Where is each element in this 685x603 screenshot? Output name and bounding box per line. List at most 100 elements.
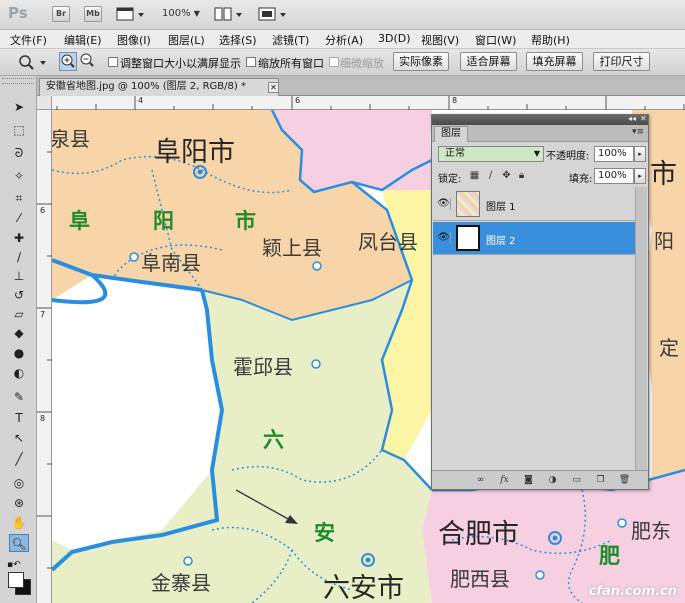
menu-window[interactable]: 窗口(W) [475, 32, 516, 48]
scrubby-zoom-label: 细微缩放 [340, 57, 384, 70]
arrange-documents-dropdown[interactable] [214, 6, 244, 22]
hand-tool-icon[interactable]: ✋ [9, 514, 29, 532]
menu-select[interactable]: 选择(S) [219, 32, 257, 48]
fill-input[interactable]: 100% [594, 168, 634, 184]
ruler-ticks-h [56, 96, 685, 110]
fill-screen-button[interactable]: 填充屏幕 [526, 52, 583, 71]
menu-view[interactable]: 视图(V) [421, 32, 459, 48]
menu-image[interactable]: 图像(I) [117, 32, 151, 48]
menu-edit[interactable]: 编辑(E) [64, 32, 102, 48]
zoom-out-button[interactable] [79, 52, 97, 71]
blend-mode-value: 正常 [445, 148, 465, 159]
resize-windows-checkbox[interactable] [108, 57, 118, 67]
ruler-tick-label: 6 [295, 96, 301, 105]
3d-rotate-tool-icon[interactable]: ◎ [9, 474, 29, 492]
fill-label: 填充: [569, 174, 593, 185]
new-layer-icon[interactable]: ❐ [594, 474, 607, 486]
ruler-origin[interactable] [37, 96, 52, 110]
adjustment-layer-icon[interactable]: ◑ [546, 474, 559, 486]
fill-slider-button[interactable]: ▸ [634, 168, 646, 184]
tab-layers[interactable]: 图层 [434, 126, 468, 142]
document-tab-bar: 安徽省地图.jpg @ 100% (图层 2, RGB/8) * ✕ [37, 76, 685, 96]
panel-title-bar[interactable]: ◂◂ ✕ [432, 114, 648, 125]
panel-grip[interactable] [2, 78, 34, 84]
view-extras-dropdown[interactable] [116, 6, 146, 22]
link-layers-icon[interactable]: ∞ [474, 474, 487, 486]
bridge-button[interactable]: Br [52, 6, 70, 22]
opacity-input[interactable]: 100% [594, 146, 634, 162]
close-panel-icon[interactable]: ✕ [640, 114, 647, 123]
collapse-icon[interactable]: ◂◂ [628, 114, 636, 123]
print-size-button[interactable]: 打印尺寸 [593, 52, 650, 71]
default-colors-icon[interactable]: ▪↶ [7, 560, 31, 572]
screen-mode-dropdown[interactable] [258, 6, 288, 22]
brush-tool-icon[interactable]: ∕ [9, 248, 29, 266]
map-city-label: 六安市 [323, 573, 404, 603]
menu-filter[interactable]: 滤镜(T) [272, 32, 309, 48]
zoom-tool-active-icon[interactable]: 🔍︎ [9, 534, 29, 552]
menu-bar: 文件(F) 编辑(E) 图像(I) 图层(L) 选择(S) 滤镜(T) 分析(A… [0, 30, 685, 49]
opacity-slider-button[interactable]: ▸ [634, 146, 646, 162]
actual-pixels-button[interactable]: 实际像素 [393, 52, 449, 71]
crop-tool-icon[interactable]: ⌗ [9, 189, 29, 207]
path-selection-tool-icon[interactable]: ↖ [9, 429, 29, 447]
type-tool-icon[interactable]: T [9, 409, 29, 427]
zoom-level-dropdown[interactable]: 100% ▼ [162, 8, 200, 19]
panel-menu-icon[interactable]: ▾≡ [632, 127, 644, 137]
lock-all-icon[interactable]: 🔒︎ [516, 170, 527, 181]
lock-position-icon[interactable]: ✥ [501, 170, 512, 181]
dodge-tool-icon[interactable]: ◐ [9, 364, 29, 382]
zoom-in-button[interactable] [59, 52, 77, 71]
vertical-ruler[interactable]: 6 7 8 [37, 110, 52, 603]
menu-3d[interactable]: 3D(D) [378, 32, 411, 45]
eye-icon[interactable]: 👁︎ [437, 198, 451, 210]
lock-pixels-icon[interactable]: ∕ [485, 170, 496, 181]
eraser-tool-icon[interactable]: ▱ [9, 305, 29, 323]
blur-tool-icon[interactable]: ● [9, 344, 29, 362]
clone-stamp-tool-icon[interactable]: ⊥ [9, 267, 29, 285]
new-group-icon[interactable]: ▭ [570, 474, 583, 486]
map-region-char: 安 [314, 521, 335, 545]
layer-mask-icon[interactable]: ◙ [522, 474, 535, 486]
move-tool-icon[interactable]: ➤ [9, 98, 29, 116]
layers-footer: ∞ fx ◙ ◑ ▭ ❐ 🗑︎ [432, 470, 648, 489]
pen-tool-icon[interactable]: ✎ [9, 388, 29, 406]
lasso-tool-icon[interactable]: ᘐ [9, 144, 29, 162]
mini-bridge-button[interactable]: Mb [84, 6, 102, 22]
document-tab[interactable]: 安徽省地图.jpg @ 100% (图层 2, RGB/8) * ✕ [39, 78, 279, 96]
layer-style-icon[interactable]: fx [498, 474, 511, 486]
eye-icon[interactable]: 👁︎ [437, 232, 451, 244]
layer-row[interactable]: 👁︎ 图层 1 [433, 188, 635, 221]
layer-row-selected[interactable]: 👁︎ 图层 2 [433, 222, 635, 255]
history-brush-tool-icon[interactable]: ↺ [9, 286, 29, 304]
eyedropper-tool-icon[interactable]: ⁄ [9, 209, 29, 227]
3d-orbit-tool-icon[interactable]: ⊛ [9, 494, 29, 512]
healing-brush-tool-icon[interactable]: ✚ [9, 229, 29, 247]
foreground-color-swatch[interactable] [8, 572, 24, 588]
marquee-tool-icon[interactable]: ⬚ [9, 121, 29, 139]
scrubby-zoom-checkbox[interactable] [329, 57, 339, 67]
zoom-tool-icon [19, 55, 46, 70]
blend-mode-select[interactable]: 正常 ▼ [438, 146, 544, 162]
menu-layer[interactable]: 图层(L) [168, 32, 205, 48]
quick-selection-tool-icon[interactable]: ✧ [9, 167, 29, 185]
menu-analysis[interactable]: 分析(A) [325, 32, 363, 48]
tool-preset-picker[interactable] [18, 54, 48, 70]
line-tool-icon[interactable]: ╱ [9, 450, 29, 468]
lock-label: 锁定: [438, 174, 462, 185]
layers-scrollbar[interactable] [635, 187, 647, 470]
lock-transparent-icon[interactable]: ▦ [469, 170, 480, 181]
paint-bucket-tool-icon[interactable]: ◆ [9, 324, 29, 342]
ruler-tick-label: 7 [40, 310, 46, 319]
horizontal-ruler[interactable]: 4 6 8 [52, 96, 685, 110]
layer-name: 图层 1 [486, 202, 516, 213]
menu-file[interactable]: 文件(F) [10, 32, 47, 48]
resize-windows-label: 调整窗口大小以满屏显示 [120, 57, 241, 70]
close-icon[interactable]: ✕ [268, 82, 279, 93]
panel-tab-row: 图层 ▾≡ [432, 125, 648, 142]
trash-icon[interactable]: 🗑︎ [618, 474, 631, 486]
fit-screen-button[interactable]: 适合屏幕 [460, 52, 517, 71]
map-region-char: 肥 [599, 544, 620, 568]
zoom-all-windows-checkbox[interactable] [246, 57, 256, 67]
menu-help[interactable]: 帮助(H) [531, 32, 570, 48]
